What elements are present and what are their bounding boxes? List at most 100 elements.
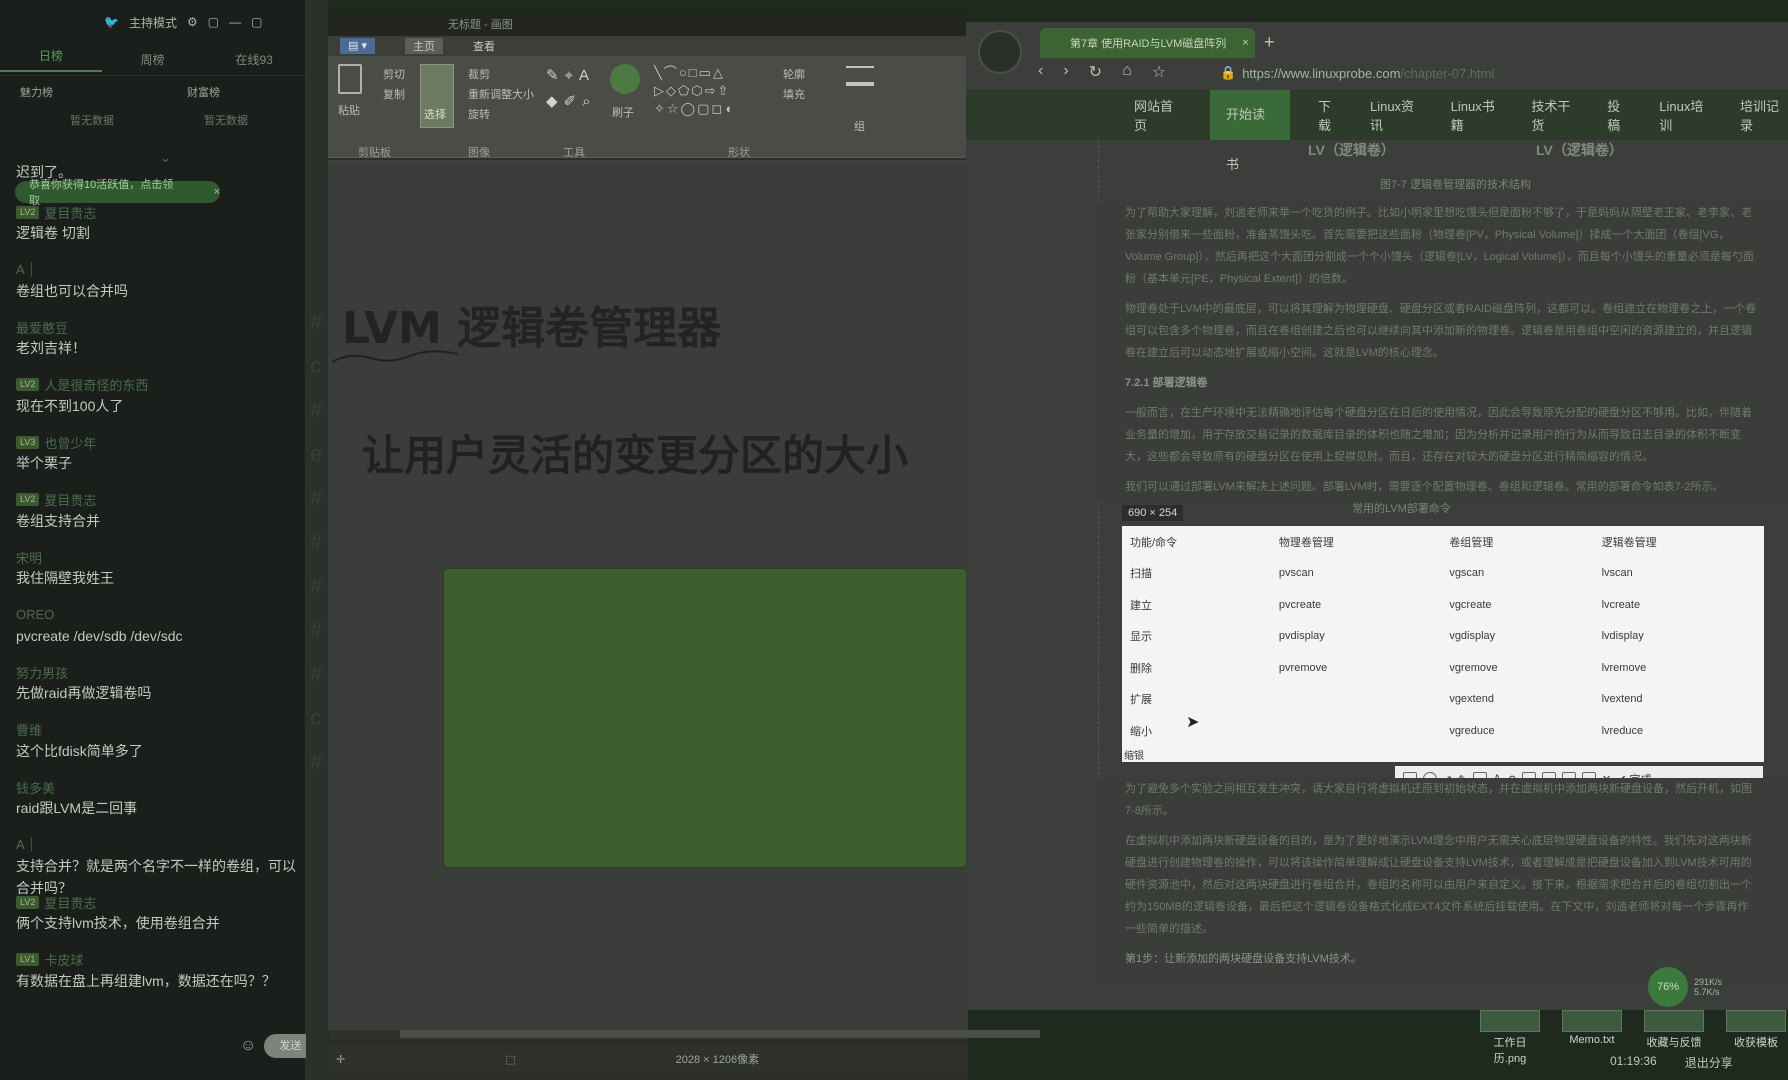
chat-user[interactable]: OREO	[16, 605, 301, 625]
tab-home[interactable]: 主页	[404, 38, 443, 54]
table-cell: vgscan	[1449, 567, 1485, 580]
chat-user[interactable]: LV1 卡皮球	[16, 950, 301, 970]
group-image: 图像	[468, 147, 490, 159]
outline-button[interactable]: 轮廓	[783, 66, 805, 82]
copy-button[interactable]: 复制	[383, 86, 405, 102]
chat-username: OREO	[16, 607, 55, 622]
nav-item-download[interactable]: 下载	[1318, 96, 1342, 134]
chat-username: 也曾少年	[44, 435, 97, 451]
desktop-icon[interactable]: 工作日历.png	[1480, 1010, 1540, 1066]
rotate-button[interactable]: 旋转	[468, 106, 490, 122]
minimize-icon[interactable]: —	[229, 15, 241, 29]
chat-user[interactable]: LV2 夏目贵志	[16, 892, 301, 912]
chevron-down-icon[interactable]: ⌄	[160, 150, 171, 166]
close-icon[interactable]: ×	[214, 186, 220, 198]
exit-share-button[interactable]: 退出分享	[1685, 1054, 1733, 1071]
emoji-icon[interactable]: ☺	[240, 1037, 256, 1055]
url-bar[interactable]: 🔒 https://www.linuxprobe.com/chapter-07.h…	[1220, 58, 1740, 88]
nav-item-tech[interactable]: 技术干货	[1531, 96, 1579, 134]
cut-button[interactable]: 剪切	[383, 66, 405, 82]
tools-icons[interactable]: ✎⌖A	[546, 66, 595, 84]
window-icon[interactable]: ▢	[208, 15, 219, 29]
close-tab-icon[interactable]: ×	[1242, 37, 1248, 49]
group-tools: 工具	[563, 147, 585, 159]
nav-item-training[interactable]: Linux培训	[1659, 96, 1712, 134]
chat-message: A ⏐ 卷组也可以合并吗	[16, 260, 301, 302]
download-speed: 5.7K/s	[1694, 987, 1720, 997]
tab-view[interactable]: 查看	[473, 38, 495, 54]
network-widget[interactable]: 76% 291K/s 5.7K/s	[1648, 966, 1758, 1008]
chat-user[interactable]: 钱多美	[16, 777, 301, 797]
chat-user[interactable]: LV2 夏目贵志	[16, 202, 301, 222]
reload-icon[interactable]: ↻	[1089, 62, 1102, 82]
wealth-rank-label[interactable]: 财富榜	[187, 84, 220, 100]
nav-item-books[interactable]: Linux书籍	[1451, 96, 1504, 134]
paint-scrollbar[interactable]	[330, 1030, 1040, 1040]
table-row: 缩小 vgreduce lvreduce	[1122, 715, 1764, 747]
chat-username: 最爱憨豆	[16, 320, 69, 336]
table-cell: 建立	[1130, 599, 1152, 612]
table-caption: 常用的LVM部署命令	[1352, 503, 1451, 515]
chat-username: 宋明	[16, 550, 43, 566]
level-badge: LV2	[16, 895, 40, 909]
new-tab-icon[interactable]: +	[1264, 32, 1275, 53]
table-cell: 扫描	[1130, 568, 1152, 581]
back-icon[interactable]: ‹	[1038, 62, 1043, 82]
level-badge: LV1	[16, 953, 40, 966]
chat-username: 卡皮球	[44, 953, 84, 968]
file-menu-button[interactable]: ▤ ▾	[340, 38, 375, 54]
browser-tab[interactable]: 第7章 使用RAID与LVM磁盘阵列 ×	[1040, 28, 1255, 58]
fill-button[interactable]: 填充	[783, 86, 805, 102]
chat-user[interactable]: 努力男孩	[16, 662, 301, 682]
article-body: 为了帮助大家理解，刘遄老师来举一个吃货的例子。比如小明家里想吃馒头但是面粉不够了…	[1098, 202, 1788, 502]
maximize-icon[interactable]: ▢	[251, 15, 262, 29]
chat-user[interactable]: A ⏐	[16, 835, 301, 855]
table-cell: lvcreate	[1601, 598, 1641, 611]
capture-size: 690 × 254	[1122, 505, 1184, 521]
tab-daily[interactable]: 日榜	[0, 47, 102, 72]
resize-button[interactable]: 重新调整大小	[468, 86, 534, 102]
chat-user[interactable]: LV3 也曾少年	[16, 432, 301, 452]
forward-icon[interactable]: ›	[1063, 62, 1068, 82]
chat-username: A ⏐	[16, 836, 35, 852]
tools-icons-2[interactable]: ◆✐⌕	[546, 92, 597, 110]
desktop-icon[interactable]: 收获模板	[1726, 1010, 1786, 1066]
chat-user[interactable]: 曹维	[16, 720, 301, 740]
chat-user[interactable]: LV2 人是很奇怪的东西	[16, 375, 301, 395]
tab-title: 第7章 使用RAID与LVM磁盘阵列	[1070, 38, 1227, 50]
tab-weekly[interactable]: 周榜	[102, 51, 204, 68]
charm-rank-label[interactable]: 魅力榜	[20, 84, 53, 100]
lvm-command-table: 功能/命令 物理卷管理 卷组管理 逻辑卷管理 扫描 pvscan vgscan lvs…	[1122, 526, 1764, 762]
chat-user[interactable]: 最爱憨豆	[16, 317, 301, 337]
avatar[interactable]	[978, 30, 1022, 74]
nav-item-read[interactable]: 开始读书	[1209, 90, 1290, 172]
file-icon	[1726, 1010, 1786, 1032]
nav-item-news[interactable]: Linux资讯	[1370, 96, 1423, 134]
paragraph: 为了帮助大家理解，刘遄老师来举一个吃货的例子。比如小明家里想吃馒头但是面粉不够了…	[1125, 207, 1754, 285]
chat-user[interactable]: A ⏐	[16, 260, 301, 280]
url-path: /chapter-07.html	[1400, 65, 1495, 81]
settings-icon[interactable]: ⚙	[187, 15, 198, 29]
paste-button[interactable]: 粘贴	[338, 102, 360, 118]
color-group-label: 组	[854, 121, 865, 133]
clipboard-icon[interactable]	[338, 64, 362, 94]
shapes-gallery[interactable]: ╲⌒○□▭△ ▷◇⬠⬡⇨⇧ ✧☆◯▢◻◖	[654, 64, 774, 118]
group-shapes: 形状	[728, 147, 750, 159]
chat-user[interactable]: 宋明	[16, 547, 301, 567]
cursor-icon: ➤	[1186, 714, 1200, 731]
chat-user[interactable]: LV2 夏目贵志	[16, 490, 301, 510]
file-icon	[1644, 1010, 1704, 1032]
brush-icon[interactable]	[610, 64, 640, 94]
home-icon[interactable]: ⌂	[1122, 62, 1132, 82]
tab-online[interactable]: 在线93	[203, 51, 305, 68]
size-icon[interactable]	[846, 66, 874, 86]
star-icon[interactable]: ☆	[1152, 62, 1166, 82]
lock-icon: 🔒	[1220, 65, 1237, 80]
nav-item-submit[interactable]: 投稿	[1607, 96, 1631, 134]
crop-button[interactable]: 裁剪	[468, 66, 490, 82]
table-cell: lvscan	[1601, 567, 1633, 580]
reward-toast[interactable]: 恭喜你获得10活跃值，点击领取 ×	[15, 179, 220, 207]
nav-item-home[interactable]: 网站首页	[1134, 96, 1182, 134]
nav-item-records[interactable]: 培训记录	[1740, 96, 1788, 134]
table-cell: pvremove	[1278, 661, 1328, 674]
